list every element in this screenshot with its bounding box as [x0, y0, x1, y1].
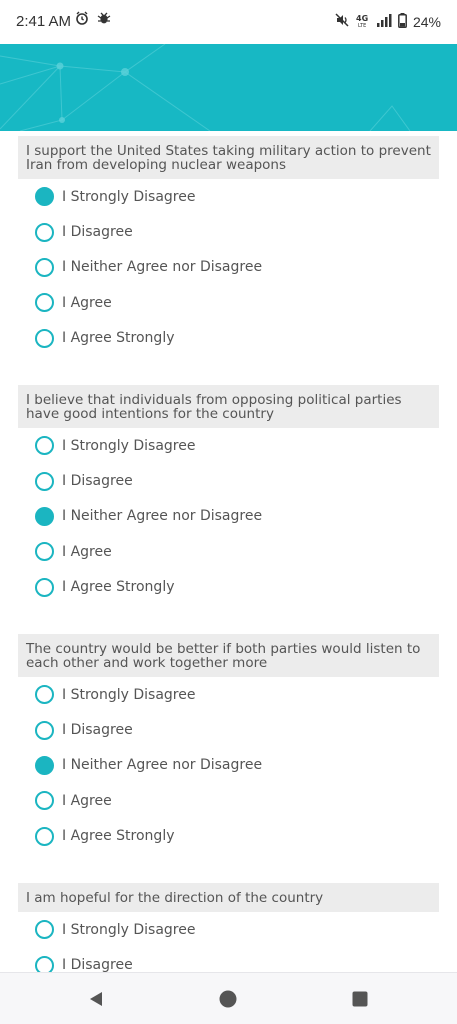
- option-label: I Strongly Disagree: [62, 686, 196, 703]
- radio-button-selected[interactable]: [35, 187, 54, 207]
- option-disagree[interactable]: I Disagree: [18, 712, 439, 747]
- option-agree[interactable]: I Agree: [18, 783, 439, 818]
- header-banner: [0, 44, 457, 131]
- home-icon[interactable]: [216, 987, 240, 1011]
- radio-button[interactable]: [35, 222, 54, 242]
- option-agree[interactable]: I Agree: [18, 534, 439, 569]
- option-label: I Agree: [62, 543, 112, 560]
- option-label: I Strongly Disagree: [62, 188, 196, 205]
- radio-button[interactable]: [35, 257, 54, 277]
- option-disagree[interactable]: I Disagree: [18, 947, 439, 972]
- option-label: I Disagree: [62, 957, 133, 972]
- status-bar: 2:41 AM 4G LTE 24%: [0, 0, 457, 44]
- option-label: I Agree Strongly: [62, 579, 175, 596]
- radio-button[interactable]: [35, 685, 54, 705]
- option-label: I Agree: [62, 792, 112, 809]
- radio-button-selected[interactable]: [35, 755, 54, 775]
- option-label: I Agree: [62, 294, 112, 311]
- signal-icon: [376, 13, 392, 31]
- question-text: I believe that individuals from opposing…: [18, 385, 439, 428]
- option-agree-strongly[interactable]: I Agree Strongly: [18, 321, 439, 356]
- option-neither[interactable]: I Neither Agree nor Disagree: [18, 250, 439, 285]
- question-block: I support the United States taking milit…: [18, 136, 439, 356]
- option-strongly-disagree[interactable]: I Strongly Disagree: [18, 179, 439, 214]
- radio-button[interactable]: [35, 436, 54, 456]
- option-label: I Disagree: [62, 473, 133, 490]
- radio-button[interactable]: [35, 328, 54, 348]
- radio-button[interactable]: [35, 920, 54, 940]
- status-time: 2:41 AM: [16, 13, 72, 30]
- svg-text:4G: 4G: [356, 14, 368, 23]
- option-strongly-disagree[interactable]: I Strongly Disagree: [18, 428, 439, 463]
- network-pattern-graphic: [0, 44, 411, 131]
- question-text: I support the United States taking milit…: [18, 136, 439, 179]
- radio-button[interactable]: [35, 955, 54, 972]
- option-label: I Neither Agree nor Disagree: [62, 259, 263, 276]
- battery-percentage: 24%: [412, 14, 441, 30]
- question-text: I am hopeful for the direction of the co…: [18, 883, 439, 912]
- option-disagree[interactable]: I Disagree: [18, 463, 439, 498]
- radio-button[interactable]: [35, 293, 54, 313]
- radio-button[interactable]: [35, 542, 54, 562]
- option-strongly-disagree[interactable]: I Strongly Disagree: [18, 912, 439, 947]
- 4g-lte-icon: 4G LTE: [356, 12, 370, 32]
- svg-text:LTE: LTE: [358, 23, 366, 28]
- option-label: I Disagree: [62, 722, 133, 739]
- radio-button[interactable]: [35, 577, 54, 597]
- bug-icon: [97, 11, 111, 29]
- option-agree-strongly[interactable]: I Agree Strongly: [18, 819, 439, 854]
- alarm-icon: [75, 11, 89, 29]
- option-label: I Neither Agree nor Disagree: [62, 757, 263, 774]
- option-label: I Agree Strongly: [62, 330, 175, 347]
- survey-content: I support the United States taking milit…: [0, 131, 457, 972]
- recents-icon[interactable]: [348, 987, 372, 1011]
- back-icon[interactable]: [84, 987, 108, 1011]
- radio-button-selected[interactable]: [35, 506, 54, 526]
- option-label: I Agree Strongly: [62, 828, 175, 845]
- option-label: I Strongly Disagree: [62, 437, 196, 454]
- option-neither[interactable]: I Neither Agree nor Disagree: [18, 748, 439, 783]
- option-agree-strongly[interactable]: I Agree Strongly: [18, 570, 439, 605]
- option-label: I Strongly Disagree: [62, 921, 196, 938]
- question-text: The country would be better if both part…: [18, 634, 439, 677]
- option-label: I Neither Agree nor Disagree: [62, 508, 263, 525]
- option-neither[interactable]: I Neither Agree nor Disagree: [18, 499, 439, 534]
- radio-button[interactable]: [35, 471, 54, 491]
- radio-button[interactable]: [35, 826, 54, 846]
- question-block: I believe that individuals from opposing…: [18, 385, 439, 605]
- question-block: I am hopeful for the direction of the co…: [18, 883, 439, 972]
- option-strongly-disagree[interactable]: I Strongly Disagree: [18, 677, 439, 712]
- system-nav-bar: [0, 972, 457, 1024]
- mute-icon: [334, 12, 350, 32]
- question-block: The country would be better if both part…: [18, 634, 439, 854]
- option-agree[interactable]: I Agree: [18, 285, 439, 320]
- radio-button[interactable]: [35, 720, 54, 740]
- radio-button[interactable]: [35, 791, 54, 811]
- option-label: I Disagree: [62, 224, 133, 241]
- option-disagree[interactable]: I Disagree: [18, 214, 439, 249]
- battery-icon: [398, 12, 407, 32]
